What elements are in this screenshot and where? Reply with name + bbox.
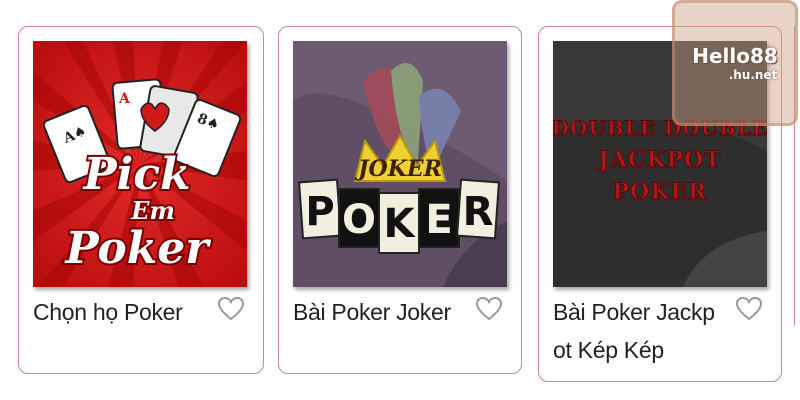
heart-outline-icon[interactable] <box>735 295 763 323</box>
game-title[interactable]: Chọn họ Poker <box>33 293 213 331</box>
logo-line: Pick <box>81 149 190 200</box>
game-title-line: ot Kép Kép <box>553 337 664 363</box>
watermark-line2: .hu.net <box>728 68 778 82</box>
game-card[interactable]: A♠ A 8♠ Pick Em Poker Chọn họ Poker <box>18 26 264 374</box>
joker-poker-logo: JOKER P O K E R <box>293 41 507 287</box>
game-title[interactable]: Bài Poker Joker <box>293 293 473 331</box>
game-thumbnail[interactable]: A♠ A 8♠ Pick Em Poker <box>33 41 247 287</box>
pick-em-poker-logo: A♠ A 8♠ Pick Em Poker <box>33 41 247 287</box>
game-thumbnail[interactable]: JOKER P O K E R <box>293 41 507 287</box>
logo-line: Em <box>130 196 175 225</box>
logo-line: Poker <box>64 223 212 274</box>
logo-letter: P <box>305 189 334 235</box>
logo-word: JOKER <box>354 156 442 182</box>
game-title[interactable]: Bài Poker Jackp ot Kép Kép <box>553 293 733 369</box>
game-card[interactable]: JOKER P O K E R Bài Poker Joker <box>278 26 522 374</box>
logo-letter: K <box>384 201 417 247</box>
watermark-line1: Hello88 <box>692 44 778 68</box>
heart-outline-icon[interactable] <box>475 295 503 323</box>
heart-outline-icon[interactable] <box>217 295 245 323</box>
logo-letter: O <box>342 197 376 243</box>
game-title-line: Bài Poker Jackp <box>553 299 715 325</box>
svg-text:A: A <box>118 91 131 107</box>
logo-line: POKER <box>613 179 708 205</box>
logo-letter: R <box>463 189 494 235</box>
logo-line: JACKPOT <box>596 147 721 173</box>
watermark-logo: Hello88 .hu.net <box>672 0 798 126</box>
logo-letter: E <box>425 197 452 243</box>
